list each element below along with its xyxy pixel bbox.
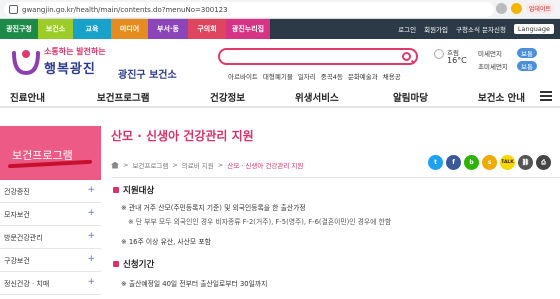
keyword-link[interactable]: 아르바이트: [228, 71, 258, 81]
keyword-link[interactable]: 문화예술과: [348, 71, 378, 81]
kakaostory-icon[interactable]: s: [482, 155, 497, 170]
air-quality-widget: 미세먼지 보통 초미세먼지 보통: [478, 46, 558, 72]
expand-icon[interactable]: +: [87, 231, 95, 241]
breadcrumb-separator: >: [172, 161, 178, 169]
popular-keywords: 아르바이트 대형폐기물 일자리 중곡4동 문화예술과 채용공: [228, 71, 401, 81]
site-subtitle[interactable]: 광진구 보건소: [118, 66, 177, 81]
sidebar-item-label: 방문건강관리: [4, 234, 43, 242]
breadcrumb-item[interactable]: 의료비 지원: [182, 160, 214, 170]
breadcrumb-separator: >: [217, 161, 224, 169]
weather-widget: 흐림 16°C: [432, 47, 467, 77]
sidebar-item-oral-health[interactable]: 구강보건 +: [0, 249, 101, 272]
logo-icon[interactable]: [10, 45, 42, 77]
ultrafine-dust-label: 초미세먼지: [478, 62, 508, 71]
breadcrumb-separator: >: [123, 161, 129, 169]
sidebar-item-maternal-health[interactable]: 모자보건 +: [0, 203, 101, 226]
sidebar-item-label: 구강보건: [4, 257, 30, 265]
top-site-nav: 광진구청 보건소 교육 미디어 부서·동 구의회 광진누리집 로그인 회원가입 구청소식 문…: [0, 19, 560, 39]
url-text: gwangjin.go.kr/health/main/contents.do?m…: [22, 5, 228, 14]
divider: [111, 177, 560, 178]
bookmark-icon[interactable]: [495, 3, 507, 14]
application-period-line: ※ 출산예정일 40일 전부터 출산일로부터 30일까지: [121, 280, 268, 288]
ultrafine-dust-value: 보통: [517, 60, 537, 71]
section-heading: 지원대상: [113, 184, 154, 196]
keyword-link[interactable]: 중곡4동: [321, 71, 343, 81]
breadcrumb-current: 산모 · 신생아 건강관리 지원: [227, 162, 304, 170]
expand-icon[interactable]: +: [87, 277, 95, 287]
site-tab[interactable]: 교육: [73, 19, 111, 39]
section-bullet: [113, 187, 119, 193]
browser-actions: 업데이트: [495, 3, 554, 14]
page-title: 산모 · 신생아 건강관리 지원: [111, 129, 254, 143]
expand-icon[interactable]: +: [87, 254, 95, 264]
facebook-icon[interactable]: f: [446, 155, 461, 170]
site-tab[interactable]: 광진구청: [0, 19, 38, 39]
update-button[interactable]: 업데이트: [525, 3, 554, 14]
sidebar: 보건프로그램 건강증진 + 모자보건 + 방문건강관리 + 구강보건 + 정신건…: [0, 126, 101, 299]
eligibility-note: ※ 단 부부 모두 외국인인 경우 비자종류 F-2(거주), F-5(영주),…: [128, 218, 392, 226]
talk-icon[interactable]: TALK: [500, 155, 515, 170]
main-menu: 진료안내 보건프로그램 건강정보 위생서비스 알림마당 보건소 안내: [0, 84, 560, 108]
expand-icon[interactable]: +: [87, 185, 95, 195]
site-tab[interactable]: 구의회: [188, 19, 226, 39]
site-tab[interactable]: 미디어: [111, 19, 148, 39]
login-link[interactable]: 로그인: [398, 24, 416, 34]
sidebar-item-health-promotion[interactable]: 건강증진 +: [0, 180, 101, 203]
menu-item-notices[interactable]: 알림마당: [393, 90, 428, 104]
keyword-link[interactable]: 대형폐기물: [263, 71, 293, 81]
search-icon[interactable]: [402, 52, 411, 61]
sms-subscribe-link[interactable]: 구청소식 문자신청: [456, 24, 506, 34]
site-tab[interactable]: 보건소: [38, 19, 73, 39]
menu-item-health-info[interactable]: 건강정보: [210, 90, 245, 104]
sidebar-item-mental-health[interactable]: 정신건강 · 치매 +: [0, 272, 101, 295]
browser-address-bar: gwangjin.go.kr/health/main/contents.do?m…: [0, 0, 560, 19]
print-icon[interactable]: ⎙: [536, 155, 551, 170]
menu-icon[interactable]: [540, 91, 552, 101]
sidebar-item-label: 정신건강 · 치매: [4, 280, 50, 288]
fine-dust-label: 미세먼지: [478, 49, 502, 58]
weather-temperature: 16°C: [447, 56, 467, 65]
site-tab[interactable]: 광진누리집: [226, 19, 270, 39]
sidebar-header: 보건프로그램: [0, 126, 101, 180]
section-heading-text: 신청기간: [123, 260, 155, 270]
utility-links: 로그인 회원가입 구청소식 문자신청 Language: [398, 19, 554, 39]
fine-dust-value: 보통: [517, 47, 537, 58]
site-header: 소통하는 발전하는 행복광진 광진구 보건소 아르바이트 대형폐기물 일자리 중곡4동…: [0, 39, 560, 84]
logo-title: 행복광진: [44, 62, 96, 77]
language-select[interactable]: Language: [513, 24, 554, 34]
expand-icon[interactable]: +: [87, 208, 95, 218]
site-tabs: 광진구청 보건소 교육 미디어 부서·동 구의회 광진누리집: [0, 19, 270, 39]
keyword-link[interactable]: 채용공: [383, 71, 401, 81]
breadcrumb: > 보건프로그램 > 의료비 지원 > 산모 · 신생아 건강관리 지원: [111, 160, 303, 170]
sidebar-item-visiting-care[interactable]: 방문건강관리 +: [0, 226, 101, 249]
menu-item-sanitation[interactable]: 위생서비스: [295, 90, 339, 104]
keyword-link[interactable]: 일자리: [298, 71, 316, 81]
twitter-icon[interactable]: t: [428, 155, 443, 170]
eligibility-line: ※ 관내 거주 산모(주민등록지 기준) 및 외국인등록을 한 출산가정: [121, 204, 306, 212]
search-input[interactable]: [218, 48, 418, 65]
site-tab[interactable]: 부서·동: [148, 19, 188, 39]
section-heading-text: 지원대상: [123, 186, 155, 196]
menu-item-about[interactable]: 보건소 안내: [478, 90, 525, 104]
breadcrumb-item[interactable]: 보건프로그램: [132, 160, 168, 170]
menu-item-clinic[interactable]: 진료안내: [10, 90, 45, 104]
link-icon[interactable]: ⛓: [518, 155, 533, 170]
share-toolbar: t f b s TALK ⛓ ⎙: [428, 155, 551, 170]
extension-icon[interactable]: [510, 3, 522, 14]
url-field[interactable]: gwangjin.go.kr/health/main/contents.do?m…: [4, 2, 494, 17]
logo-slogan: 소통하는 발전하는: [44, 47, 106, 56]
sidebar-item-label: 모자보건: [4, 211, 30, 219]
menu-item-health-program[interactable]: 보건프로그램: [97, 90, 149, 104]
section-heading: 신청기간: [113, 258, 154, 270]
section-bullet: [113, 261, 119, 267]
sidebar-item-label: 건강증진: [4, 188, 30, 196]
blog-icon[interactable]: b: [464, 155, 479, 170]
eligibility-line: ※ 16주 이상 유산, 사산모 포함: [121, 238, 211, 246]
site-info-icon[interactable]: [9, 5, 18, 14]
home-icon[interactable]: [111, 161, 119, 169]
cloud-icon: [434, 49, 444, 59]
signup-link[interactable]: 회원가입: [424, 24, 448, 34]
